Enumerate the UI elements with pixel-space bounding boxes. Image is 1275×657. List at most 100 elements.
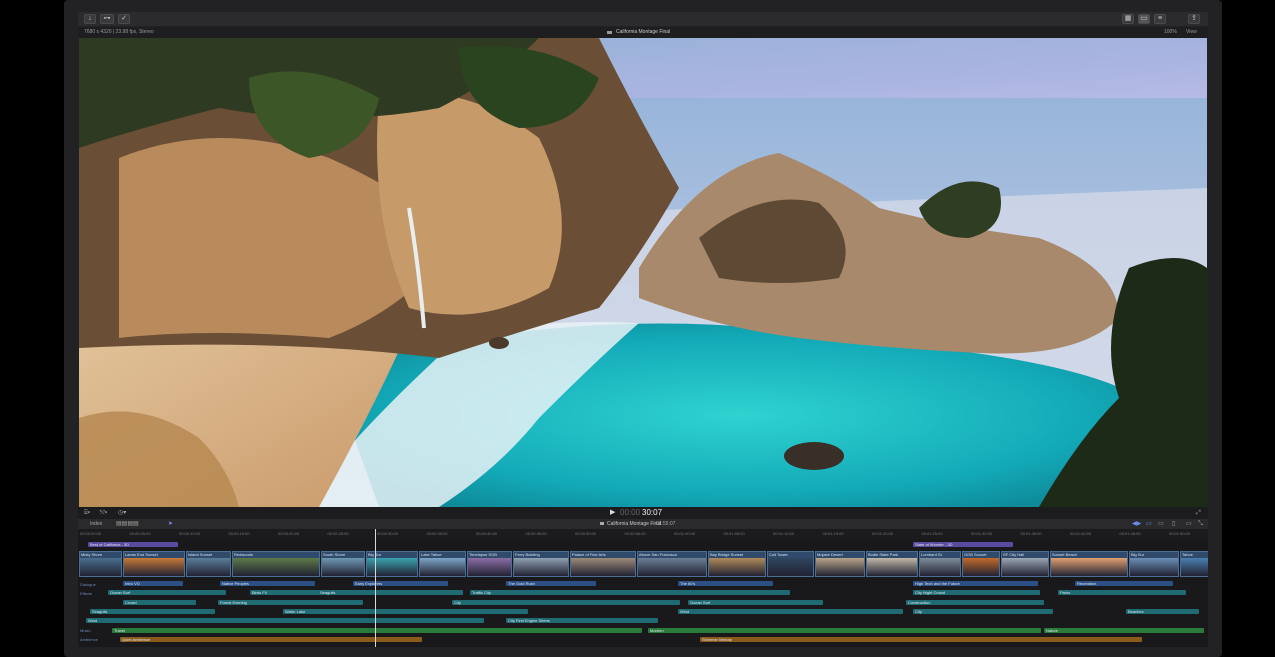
connected-audio-clip[interactable]: Forest Evening: [218, 599, 363, 605]
play-button[interactable]: ▶: [610, 507, 615, 519]
connected-audio-clip[interactable]: Intro VO: [123, 581, 183, 586]
effects-browser-icon[interactable]: ▯: [1172, 519, 1175, 529]
storyline-clip[interactable]: Misty Shore: [79, 551, 122, 577]
film-icon: [600, 522, 604, 525]
inspector-toggle-icon[interactable]: ≡: [1154, 14, 1166, 24]
storyline-clip[interactable]: Tahoe: [1180, 551, 1208, 577]
clip-thumbnail: [514, 558, 568, 576]
select-tool-icon[interactable]: ➤: [168, 519, 173, 529]
connected-audio-clip[interactable]: City: [913, 608, 1053, 614]
connected-audio-clip[interactable]: City: [452, 599, 680, 605]
transform-menu-icon[interactable]: ⤲▾: [100, 507, 107, 519]
storyline-clip[interactable]: Lands End Sunset: [123, 551, 185, 577]
fullscreen-icon[interactable]: ⤢: [1196, 507, 1201, 519]
clip-thumbnail: [920, 558, 960, 576]
storyline-clip[interactable]: Ferry Building: [513, 551, 569, 577]
connected-audio-clip[interactable]: City Night Crowd: [913, 590, 1040, 596]
browser-toggle-icon[interactable]: ▦: [1122, 14, 1134, 24]
lane-role-label: Dialogue: [80, 581, 96, 587]
storyline-clip[interactable]: Redwoods: [232, 551, 320, 577]
connected-audio-clip[interactable]: Shimmer Melody: [700, 636, 1142, 642]
connected-audio-clip[interactable]: The 60's: [678, 581, 773, 586]
clip-thumbnail: [768, 558, 813, 576]
ruler-tick-label: 00:01:20:00: [872, 531, 894, 536]
connected-audio-clip[interactable]: Beaches: [1126, 608, 1199, 614]
ruler-tick-label: 00:00:50:00: [575, 531, 597, 536]
title-clip[interactable]: State of Wonder - 3D: [913, 542, 1013, 547]
ruler-tick-label: 00:00:40:00: [476, 531, 498, 536]
connected-audio-clip[interactable]: Early Explorers: [353, 581, 448, 586]
audio-skimming-icon[interactable]: ◀▶: [1132, 519, 1141, 529]
timeline-tracks[interactable]: Misty Shore Lands End Sunset Island Sunset…: [78, 539, 1208, 647]
connected-audio-clip[interactable]: Crowd: [123, 599, 196, 605]
storyline-clip[interactable]: Island Sunset: [186, 551, 231, 577]
layout-menu-icon[interactable]: ⌸▾: [84, 507, 90, 519]
storyline-clip[interactable]: SF City Hall: [1001, 551, 1049, 577]
index-button[interactable]: Index: [90, 519, 102, 529]
storyline-clip[interactable]: Bay Bridge Sunset: [708, 551, 766, 577]
clip-thumbnail: [124, 558, 184, 576]
timeline-header: Index ▤▤▤▤ ➤ California Montage Final 01…: [78, 519, 1208, 529]
storyline-clip[interactable]: Palace of Fine Arts: [570, 551, 636, 577]
timeline-toggle-icon[interactable]: ▭: [1138, 14, 1150, 24]
connected-audio-clip[interactable]: Water Lake: [283, 608, 528, 614]
clip-appearance-icon[interactable]: ▤▤▤▤: [116, 519, 139, 529]
storyline-clip[interactable]: Bodie State Park: [866, 551, 918, 577]
title-clip[interactable]: Best of California - 3D: [88, 542, 178, 547]
ruler-tick-label: 00:00:35:00: [426, 531, 448, 536]
connected-audio-clip[interactable]: Ocean Surf: [688, 599, 823, 605]
storyline-clip[interactable]: GGB Sunset: [962, 551, 1000, 577]
clip-thumbnail: [571, 558, 635, 576]
ruler-tick-label: 00:01:10:00: [773, 531, 795, 536]
project-name: California Montage Final: [607, 521, 662, 527]
connected-audio-clip[interactable]: Wind: [86, 618, 484, 624]
clip-thumbnail: [1051, 558, 1127, 576]
import-button[interactable]: ↓: [84, 14, 96, 24]
ruler-tick-label: 00:01:05:00: [723, 531, 745, 536]
storyline-clip[interactable]: South Shore: [321, 551, 365, 577]
clip-thumbnail: [709, 558, 765, 576]
connected-audio-clip[interactable]: Quiet Ambience: [120, 636, 422, 642]
ruler-tick-label: 00:00:05:00: [129, 531, 151, 536]
connected-audio-clip[interactable]: Seagulls: [90, 608, 215, 614]
speed-menu-icon[interactable]: ◷▾: [118, 507, 126, 519]
connected-audio-clip[interactable]: Construction: [906, 599, 1044, 605]
connected-audio-clip[interactable]: Travel: [112, 627, 642, 633]
storyline-clip[interactable]: Lake Tahoe: [419, 551, 466, 577]
keywords-button[interactable]: ⊶: [100, 14, 114, 24]
ruler-tick-label: 00:01:40:00: [1070, 531, 1092, 536]
connected-audio-clip[interactable]: Ocean Surf: [108, 590, 226, 596]
clip-thumbnail: [1002, 558, 1048, 576]
timeline-ruler[interactable]: 00:00:00:00 00:00:05:00 00:00:10:00 00:00:1…: [78, 529, 1208, 539]
storyline-clip[interactable]: Timelapse SGB: [467, 551, 512, 577]
view-dropdown[interactable]: View: [1186, 27, 1197, 38]
playhead[interactable]: [375, 529, 376, 647]
storyline-clip[interactable]: Big Sur: [366, 551, 418, 577]
connected-audio-clip[interactable]: Native Peoples: [220, 581, 315, 586]
connected-audio-clip[interactable]: High Tech and the Future: [913, 581, 1038, 586]
connected-audio-clip[interactable]: Modern: [648, 627, 1041, 633]
connected-audio-clip[interactable]: Traffic City: [470, 590, 790, 596]
storyline-clip[interactable]: Big Sur: [1129, 551, 1179, 577]
timecode-dim: 00:00: [620, 508, 641, 517]
connected-audio-clip[interactable]: Seagulls: [318, 590, 463, 596]
connected-audio-clip[interactable]: Nature: [1044, 627, 1204, 633]
snapping-icon[interactable]: ▭: [1146, 519, 1152, 529]
connected-audio-clip[interactable]: Parks: [1058, 590, 1186, 596]
storyline-clip[interactable]: Above San Francisco: [637, 551, 707, 577]
storyline-clip[interactable]: Mojave Desert: [815, 551, 865, 577]
background-tasks-button[interactable]: ✓: [118, 14, 130, 24]
solo-icon[interactable]: ▭: [1158, 519, 1164, 529]
zoom-dropdown[interactable]: 100%: [1164, 27, 1177, 38]
connected-audio-clip[interactable]: Wind: [678, 608, 903, 614]
storyline-clip[interactable]: Coit Tower: [767, 551, 814, 577]
connected-audio-clip[interactable]: Recreation: [1075, 581, 1173, 586]
connected-audio-clip[interactable]: The Gold Rush: [506, 581, 596, 586]
close-timeline-icon[interactable]: ⤡: [1198, 519, 1203, 529]
clip-thumbnail: [867, 558, 917, 576]
connected-audio-clip[interactable]: City First Engine Sirens: [506, 618, 658, 624]
storyline-clip[interactable]: Sunset Beach: [1050, 551, 1128, 577]
transitions-browser-icon[interactable]: ▭: [1186, 519, 1192, 529]
storyline-clip[interactable]: Lombard St.: [919, 551, 961, 577]
share-icon[interactable]: ⇪: [1188, 14, 1200, 24]
